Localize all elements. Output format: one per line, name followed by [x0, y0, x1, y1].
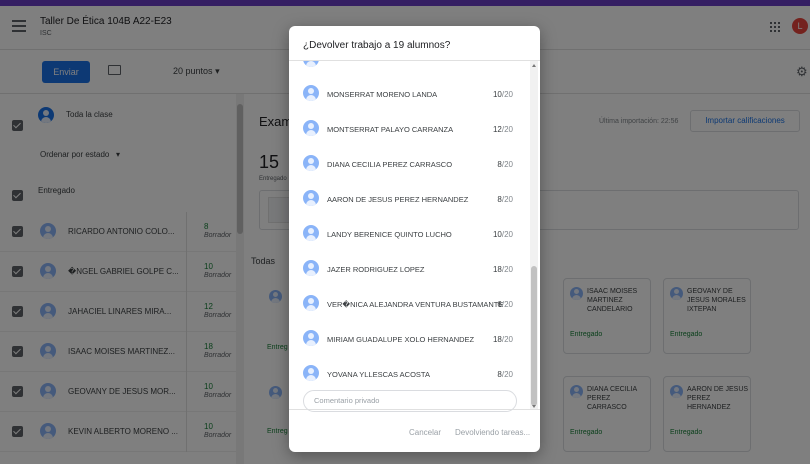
student-avatar	[303, 260, 319, 276]
student-name: LANDY BERENICE QUINTO LUCHO	[327, 230, 452, 239]
grade-value: 10	[492, 90, 502, 99]
student-avatar	[303, 365, 319, 381]
return-button[interactable]: Devolviendo tareas...	[455, 428, 530, 437]
student-name: MONTSERRAT PALAYO CARRANZA	[327, 125, 454, 134]
student-grade: 18/20	[493, 265, 513, 274]
list-item: AARON DE JESUS PEREZ HERNANDEZ 8/20	[289, 182, 527, 216]
student-name: AARON DE JESUS PEREZ HERNANDEZ	[327, 195, 469, 204]
dialog-title: ¿Devolver trabajo a 19 alumnos?	[303, 40, 451, 51]
student-grade-list[interactable]: MONSERRAT MORENO LANDA 10/20 MONTSERRAT …	[289, 60, 540, 410]
grade-max: /20	[501, 160, 513, 169]
return-work-dialog: ¿Devolver trabajo a 19 alumnos? MONSERRA…	[289, 26, 540, 452]
student-grade: 10/20	[493, 230, 513, 239]
list-item: MONTSERRAT PALAYO CARRANZA 12/20	[289, 112, 527, 146]
student-grade: 6/20	[497, 300, 513, 309]
list-item: LANDY BERENICE QUINTO LUCHO 10/20	[289, 217, 527, 251]
student-grade: 8/20	[497, 370, 513, 379]
list-item: DIANA CECILIA PEREZ CARRASCO 8/20	[289, 147, 527, 181]
scroll-down-icon[interactable]	[532, 405, 536, 408]
student-grade: 8/20	[497, 195, 513, 204]
student-grade: 12/20	[493, 125, 513, 134]
grade-max: /20	[501, 265, 513, 274]
student-avatar	[303, 295, 319, 311]
student-avatar	[303, 155, 319, 171]
grade-value: 12	[492, 125, 502, 134]
list-item: VER�NICA ALEJANDRA VENTURA BUSTAMANTE 6/…	[289, 287, 527, 321]
student-avatar	[303, 190, 319, 206]
scroll-up-icon[interactable]	[532, 64, 536, 67]
grade-max: /20	[501, 370, 513, 379]
grade-max: /20	[501, 335, 513, 344]
student-grade: 10/20	[493, 90, 513, 99]
student-name: JAZER RODRIGUEZ LOPEZ	[327, 265, 425, 274]
grade-value: 18	[492, 265, 502, 274]
grade-max: /20	[501, 300, 513, 309]
list-item: JAZER RODRIGUEZ LOPEZ 18/20	[289, 252, 527, 286]
list-item: MIRIAM GUADALUPE XOLO HERNANDEZ 18/20	[289, 322, 527, 356]
student-grade: 18/20	[493, 335, 513, 344]
grade-max: /20	[501, 230, 513, 239]
student-avatar	[303, 120, 319, 136]
cancel-button[interactable]: Cancelar	[409, 428, 441, 437]
student-avatar	[303, 85, 319, 101]
student-name: YOVANA YLLESCAS ACOSTA	[327, 370, 430, 379]
list-item: YOVANA YLLESCAS ACOSTA 8/20	[289, 357, 527, 391]
student-avatar	[303, 330, 319, 346]
grade-max: /20	[501, 125, 513, 134]
student-name: MONSERRAT MORENO LANDA	[327, 90, 438, 99]
private-comment-input[interactable]: Comentario privado	[303, 390, 517, 412]
student-avatar	[303, 61, 319, 67]
student-name: DIANA CECILIA PEREZ CARRASCO	[327, 160, 453, 169]
grade-max: /20	[501, 90, 513, 99]
student-avatar	[303, 225, 319, 241]
grade-value: 10	[492, 230, 502, 239]
grade-max: /20	[501, 195, 513, 204]
scrollbar-thumb[interactable]	[531, 266, 537, 406]
dialog-scrollbar[interactable]	[530, 61, 538, 409]
grade-value: 18	[492, 335, 502, 344]
list-item: MONSERRAT MORENO LANDA 10/20	[289, 77, 527, 111]
student-grade: 8/20	[497, 160, 513, 169]
student-name: VER�NICA ALEJANDRA VENTURA BUSTAMANTE	[327, 300, 504, 309]
student-name: MIRIAM GUADALUPE XOLO HERNANDEZ	[327, 335, 475, 344]
